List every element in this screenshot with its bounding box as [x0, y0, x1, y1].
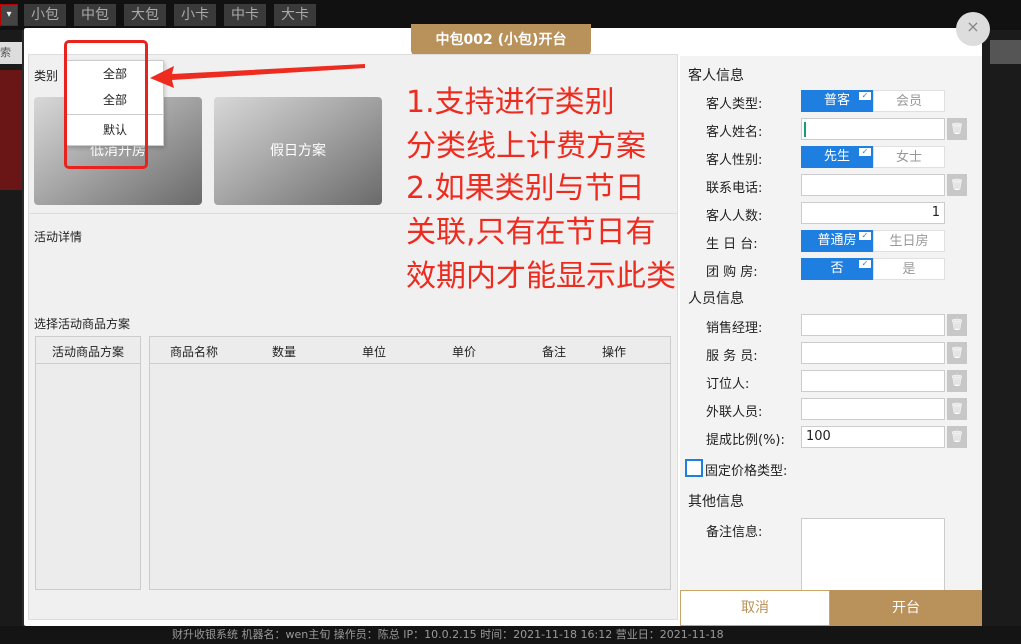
cancel-button[interactable]: 取消 — [680, 590, 830, 626]
other-section-title: 其他信息 — [688, 494, 744, 510]
birthday-label: 生 日 台: — [706, 237, 758, 252]
guest-name-label: 客人姓名: — [706, 125, 763, 140]
gender-female[interactable]: 女士 — [873, 146, 945, 168]
guest-info-panel: 客人信息 客人类型: 普客 ✓ 会员 客人姓名: 🗑 客人性别: 先生 ✓ 女士 联… — [680, 56, 982, 626]
guest-name-input[interactable] — [801, 118, 945, 140]
room-tab-medium-card[interactable]: 中卡 — [224, 4, 266, 26]
select-plan-label: 选择活动商品方案 — [34, 317, 131, 331]
group-buy-yes[interactable]: 是 — [873, 258, 945, 280]
annotation-line: 效期内才能显示此类 — [406, 259, 676, 294]
annotation-line: 1.支持进行类别 — [406, 85, 615, 120]
category-label: 类别 — [34, 69, 59, 83]
room-tab-small-card[interactable]: 小卡 — [174, 4, 216, 26]
annotation-line: 关联,只有在节日有 — [406, 215, 656, 250]
trash-icon[interactable]: 🗑 — [947, 174, 967, 196]
dialog-title: 中包002 (小包)开台 — [411, 24, 591, 56]
outreach-staff-label: 外联人员: — [706, 405, 763, 420]
background-right-panel — [982, 30, 1021, 644]
room-tab-large-box[interactable]: 大包 — [124, 4, 166, 26]
check-icon: ✓ — [859, 92, 871, 100]
open-room-button[interactable]: 开台 — [830, 590, 982, 626]
background-search-input[interactable]: 索 — [0, 42, 22, 64]
fixed-price-checkbox[interactable] — [685, 459, 703, 477]
check-icon: ✓ — [859, 148, 871, 156]
background-room-tile — [0, 70, 22, 190]
trash-icon[interactable]: 🗑 — [947, 314, 967, 336]
text-cursor — [804, 122, 806, 137]
trash-icon[interactable]: 🗑 — [947, 370, 967, 392]
booker-label: 订位人: — [706, 377, 750, 392]
guest-count-input[interactable]: 1 — [801, 202, 945, 224]
category-option-all-selected[interactable]: 全部 — [67, 61, 163, 87]
staff-section-title: 人员信息 — [688, 291, 744, 307]
category-option-all[interactable]: 全部 — [67, 87, 163, 113]
guest-type-regular[interactable]: 普客 ✓ — [801, 90, 873, 112]
menu-dropdown-icon[interactable]: ▾ — [0, 4, 18, 26]
gender-male[interactable]: 先生 ✓ — [801, 146, 873, 168]
remark-textarea[interactable] — [801, 518, 945, 592]
annotation-line: 2.如果类别与节日 — [406, 171, 645, 206]
toggle-label: 否 — [830, 261, 844, 276]
plan-card-holiday[interactable]: 假日方案 — [214, 97, 382, 205]
group-buy-toggle: 否 ✓ 是 — [801, 258, 945, 280]
guest-type-toggle: 普客 ✓ 会员 — [801, 90, 945, 112]
status-bar: 财升收银系统 机器名：wen主旬 操作员：陈总 IP：10.0.2.15 时间：… — [0, 626, 1021, 644]
column-header-action: 操作 — [602, 345, 627, 359]
guest-type-label: 客人类型: — [706, 97, 763, 112]
toggle-label: 先生 — [823, 149, 850, 164]
outreach-staff-input[interactable] — [801, 398, 945, 420]
plan-list[interactable]: 活动商品方案 — [35, 336, 141, 590]
room-type-normal[interactable]: 普通房 ✓ — [801, 230, 873, 252]
group-buy-no[interactable]: 否 ✓ — [801, 258, 873, 280]
room-tab-medium-box[interactable]: 中包 — [74, 4, 116, 26]
guest-count-label: 客人人数: — [706, 209, 763, 224]
birthday-toggle: 普通房 ✓ 生日房 — [801, 230, 945, 252]
product-table[interactable]: 商品名称 数量 单位 单价 备注 操作 — [149, 336, 671, 590]
trash-icon[interactable]: 🗑 — [947, 426, 967, 448]
waiter-input[interactable] — [801, 342, 945, 364]
trash-icon[interactable]: 🗑 — [947, 398, 967, 420]
room-type-birthday[interactable]: 生日房 — [873, 230, 945, 252]
check-icon: ✓ — [859, 260, 871, 268]
category-option-default[interactable]: 默认 — [67, 117, 163, 143]
annotation-line: 分类线上计费方案 — [406, 129, 646, 164]
phone-input[interactable] — [801, 174, 945, 196]
remark-label: 备注信息: — [706, 525, 763, 540]
background-right-button[interactable] — [990, 40, 1021, 64]
sales-manager-input[interactable] — [801, 314, 945, 336]
column-header-unit-price: 单价 — [452, 345, 477, 359]
divider — [67, 114, 163, 115]
close-icon[interactable]: × — [956, 12, 990, 46]
guest-gender-toggle: 先生 ✓ 女士 — [801, 146, 945, 168]
toggle-label: 普客 — [823, 93, 850, 108]
trash-icon[interactable]: 🗑 — [947, 118, 967, 140]
commission-rate-input[interactable]: 100 — [801, 426, 945, 448]
commission-rate-label: 提成比例(%): — [706, 433, 785, 448]
group-buy-label: 团 购 房: — [706, 265, 758, 280]
column-header-remark: 备注 — [542, 345, 567, 359]
guest-type-member[interactable]: 会员 — [873, 90, 945, 112]
divider — [36, 363, 140, 364]
plan-list-header: 活动商品方案 — [52, 345, 125, 359]
room-tab-small-box[interactable]: 小包 — [24, 4, 66, 26]
guest-section-title: 客人信息 — [688, 68, 744, 84]
annotation-arrow-icon — [150, 64, 365, 88]
waiter-label: 服 务 员: — [706, 349, 758, 364]
trash-icon[interactable]: 🗑 — [947, 342, 967, 364]
room-tab-large-card[interactable]: 大卡 — [274, 4, 316, 26]
column-header-product-name: 商品名称 — [170, 345, 219, 359]
divider — [150, 363, 670, 364]
toggle-label: 普通房 — [817, 233, 857, 248]
booker-input[interactable] — [801, 370, 945, 392]
check-icon: ✓ — [859, 232, 871, 240]
fixed-price-label: 固定价格类型: — [705, 464, 788, 479]
column-header-quantity: 数量 — [272, 345, 297, 359]
column-header-unit: 单位 — [362, 345, 387, 359]
guest-gender-label: 客人性别: — [706, 153, 763, 168]
phone-label: 联系电话: — [706, 181, 763, 196]
sales-manager-label: 销售经理: — [706, 321, 763, 336]
activity-detail-label: 活动详情 — [34, 230, 83, 244]
